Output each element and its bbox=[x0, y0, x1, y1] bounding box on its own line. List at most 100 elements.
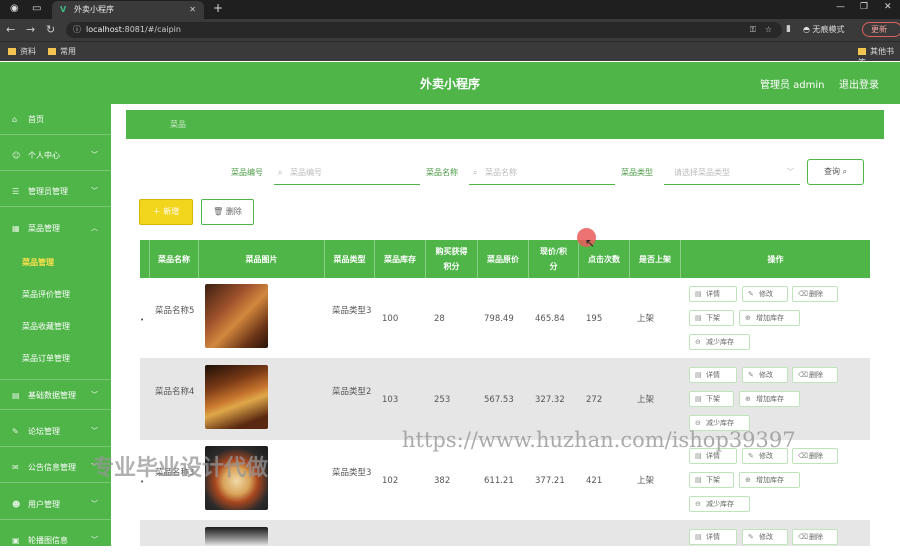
forward-icon[interactable]: → bbox=[26, 23, 35, 36]
url-field[interactable]: ⓘ localhost:8081/#/caipin ⚿ ☆ bbox=[66, 22, 782, 38]
trash-icon: 🗑 bbox=[213, 207, 226, 216]
edit-button[interactable]: ✎ 修改 bbox=[742, 529, 788, 545]
sidebar-item-carousel[interactable]: ▣ 轮播图信息 ﹀ bbox=[0, 525, 111, 556]
add-stock-button[interactable]: ⊕ 增加库存 bbox=[739, 472, 800, 488]
plus-icon: ＋ bbox=[152, 207, 164, 216]
cell-name: 菜品名称5 bbox=[155, 306, 195, 316]
sidebar-item-base-data[interactable]: ▤ 基础数据管理 ﹀ bbox=[0, 379, 111, 410]
close-tab-icon[interactable]: ✕ bbox=[189, 1, 196, 19]
detail-button[interactable]: ▤ 详情 bbox=[689, 367, 737, 383]
vue-logo-icon: V bbox=[60, 5, 67, 14]
tab-list-icon[interactable]: ▭ bbox=[32, 3, 41, 14]
filter-type-label: 菜品类型 bbox=[621, 168, 653, 177]
table-row: ▤ 详情 ✎ 修改 ⌫ 删除 bbox=[140, 521, 870, 546]
cell-stock: 102 bbox=[382, 476, 399, 486]
submenu-dish-manage[interactable]: 菜品管理 bbox=[0, 247, 111, 279]
dish-image[interactable] bbox=[205, 527, 268, 546]
filter-type-select[interactable]: 请选择菜品类型 ﹀ bbox=[664, 160, 800, 185]
delete-button[interactable]: ⌫ 删除 bbox=[792, 286, 838, 302]
filter-name-input[interactable]: ⌕ 菜品名称 bbox=[469, 160, 615, 185]
cell-type: 菜品类型3 bbox=[332, 468, 372, 478]
submenu-dish-review[interactable]: 菜品评价管理 bbox=[0, 279, 111, 311]
row-checkbox[interactable]: • bbox=[140, 313, 144, 327]
off-shelf-button[interactable]: ▤ 下架 bbox=[689, 472, 734, 488]
sidebar-item-profile[interactable]: ☺ 个人中心 ﹀ bbox=[0, 140, 111, 171]
edit-icon: ✎ bbox=[748, 290, 754, 298]
app-header: 外卖小程序 管理员 admin 退出登录 bbox=[0, 62, 900, 104]
dish-image[interactable] bbox=[205, 284, 268, 348]
cell-now-price: 327.32 bbox=[535, 395, 565, 405]
table-header: 菜品名称 菜品图片 菜品类型 菜品库存 购买获得积分 菜品原价 现价/积分 点击… bbox=[140, 240, 870, 278]
tab-title: 外卖小程序 bbox=[74, 5, 114, 14]
carousel-icon: ▣ bbox=[12, 536, 20, 545]
cell-clicks: 195 bbox=[586, 314, 603, 324]
trash-icon: ⌫ bbox=[798, 290, 808, 298]
incognito-icon: ◓ bbox=[803, 25, 813, 34]
filter-code-input[interactable]: ⌕ 菜品编号 bbox=[274, 160, 420, 185]
breadcrumb: 菜品 bbox=[126, 110, 884, 139]
sidebar-item-forum[interactable]: ✎ 论坛管理 ﹀ bbox=[0, 416, 111, 447]
sidebar-item-dishes[interactable]: ▦ 菜品管理 ︿ bbox=[0, 213, 111, 244]
query-button[interactable]: 查询 ⌕ bbox=[807, 159, 864, 185]
submenu-dish-favorite[interactable]: 菜品收藏管理 bbox=[0, 311, 111, 343]
th-type: 菜品类型 bbox=[325, 240, 375, 278]
document-icon: ▤ bbox=[695, 476, 702, 484]
off-shelf-button[interactable]: ▤ 下架 bbox=[689, 310, 734, 326]
chevron-up-icon: ︿ bbox=[91, 224, 98, 232]
dish-icon: ▦ bbox=[12, 224, 20, 233]
key-icon[interactable]: ⚿ bbox=[750, 22, 756, 38]
minus-circle-icon: ⊖ bbox=[695, 500, 701, 508]
restore-icon[interactable]: ❐ bbox=[860, 2, 868, 12]
admin-label: 管理员 admin bbox=[760, 80, 825, 91]
edit-button[interactable]: ✎ 修改 bbox=[742, 367, 788, 383]
delete-button[interactable]: ⌫ 删除 bbox=[792, 529, 838, 545]
cell-shelf: 上架 bbox=[637, 314, 655, 324]
back-icon[interactable]: ← bbox=[6, 23, 15, 36]
chevron-down-icon: ﹀ bbox=[91, 151, 98, 159]
chevron-down-icon: ﹀ bbox=[787, 168, 794, 176]
batch-delete-button[interactable]: 🗑 删除 bbox=[201, 199, 254, 225]
sidebar-item-home[interactable]: ⌂ 首页 bbox=[0, 104, 111, 135]
delete-button[interactable]: ⌫ 删除 bbox=[792, 448, 838, 464]
off-shelf-button[interactable]: ▤ 下架 bbox=[689, 391, 734, 407]
sidebar-item-users[interactable]: ☻ 用户管理 ﹀ bbox=[0, 489, 111, 520]
reduce-stock-button[interactable]: ⊖ 减少库存 bbox=[689, 496, 750, 512]
chevron-down-icon: ﹀ bbox=[91, 427, 98, 435]
reload-icon[interactable]: ↻ bbox=[46, 23, 55, 36]
admin-icon: ☰ bbox=[12, 187, 20, 196]
delete-button[interactable]: ⌫ 删除 bbox=[792, 367, 838, 383]
dish-image[interactable] bbox=[205, 365, 268, 429]
incognito-indicator[interactable]: ◓ 无痕模式 bbox=[803, 22, 845, 38]
cell-now-price: 465.84 bbox=[535, 314, 565, 324]
profile-icon[interactable]: ◉ bbox=[10, 3, 19, 14]
bookmark-folder[interactable]: 常用 bbox=[48, 46, 76, 57]
edit-button[interactable]: ✎ 修改 bbox=[742, 286, 788, 302]
add-stock-button[interactable]: ⊕ 增加库存 bbox=[739, 391, 800, 407]
sidebar-item-admins[interactable]: ☰ 管理员管理 ﹀ bbox=[0, 176, 111, 207]
minimize-icon[interactable]: — bbox=[836, 2, 845, 12]
window-close-icon[interactable]: ✕ bbox=[884, 2, 892, 12]
browser-tab[interactable]: V 外卖小程序 ✕ bbox=[52, 1, 204, 19]
users-icon: ☻ bbox=[12, 500, 21, 509]
reduce-stock-button[interactable]: ⊖ 减少库存 bbox=[689, 334, 750, 350]
th-stock: 菜品库存 bbox=[375, 240, 426, 278]
sidepanel-icon[interactable]: ▮ bbox=[786, 24, 791, 34]
browser-tab-bar: ◉ ▭ V 外卖小程序 ✕ + — ❐ ✕ bbox=[0, 0, 900, 19]
detail-button[interactable]: ▤ 详情 bbox=[689, 286, 737, 302]
add-button[interactable]: ＋ 新增 bbox=[139, 199, 193, 225]
plus-circle-icon: ⊕ bbox=[745, 314, 751, 322]
detail-button[interactable]: ▤ 详情 bbox=[689, 529, 737, 545]
star-icon[interactable]: ☆ bbox=[765, 22, 772, 38]
plus-circle-icon: ⊕ bbox=[745, 395, 751, 403]
update-button[interactable]: 更新 bbox=[862, 22, 900, 37]
site-info-icon[interactable]: ⓘ bbox=[73, 22, 81, 38]
bookmark-folder[interactable]: 资料 bbox=[8, 46, 36, 57]
new-tab-icon[interactable]: + bbox=[213, 1, 223, 15]
logout-link[interactable]: 退出登录 bbox=[839, 76, 879, 91]
edit-icon: ✎ bbox=[748, 371, 754, 379]
th-shelf: 是否上架 bbox=[630, 240, 681, 278]
submenu-dish-order[interactable]: 菜品订单管理 bbox=[0, 343, 111, 375]
home-icon: ⌂ bbox=[12, 115, 18, 124]
cell-clicks: 272 bbox=[586, 395, 603, 405]
add-stock-button[interactable]: ⊕ 增加库存 bbox=[739, 310, 800, 326]
